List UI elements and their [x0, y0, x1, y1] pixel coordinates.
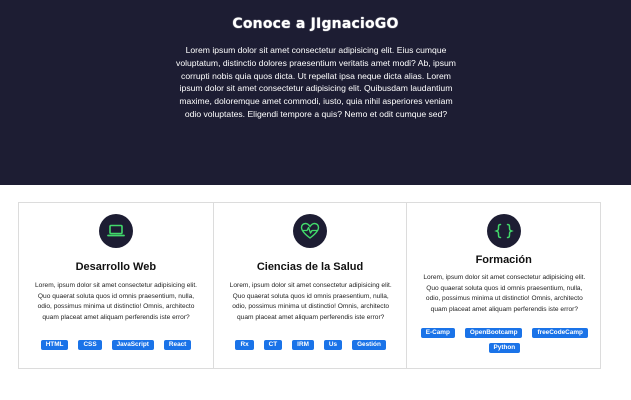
tag-badge: JavaScript: [111, 340, 154, 350]
tag-badge: CT: [263, 340, 283, 350]
tag-list: E-Camp OpenBootcamp freeCodeCamp Python: [413, 328, 595, 353]
card-training: Formación Lorem, ipsum dolor sit amet co…: [406, 203, 600, 368]
tag-badge: Us: [323, 340, 343, 350]
tag-badge: E-Camp: [420, 328, 455, 338]
hero-text: Lorem ipsum dolor sit amet consectetur a…: [176, 45, 456, 119]
card-title: Formación: [475, 254, 532, 266]
card-title: Ciencias de la Salud: [256, 261, 364, 273]
tag-badge: React: [163, 340, 192, 350]
laptop-icon: [98, 214, 133, 248]
card-text: Lorem, ipsum dolor sit amet consectetur …: [35, 282, 197, 321]
tag-badge: CSS: [78, 340, 102, 350]
card-title: Desarrollo Web: [75, 261, 157, 273]
tag-badge: Gestión: [352, 340, 386, 350]
code-braces-icon: [486, 214, 521, 248]
card-health-sciences: Ciencias de la Salud Lorem, ipsum dolor …: [212, 203, 407, 368]
hero-section: Conoce a JIgnacioGO Lorem ipsum dolor si…: [0, 0, 631, 185]
hero-title: Conoce a JIgnacioGO: [232, 16, 399, 32]
tag-list: Rx CT IRM Us Gestión: [220, 340, 402, 350]
tag-list: HTML CSS JavaScript React: [25, 340, 207, 350]
heart-pulse-icon: [293, 214, 327, 248]
tag-badge: IRM: [292, 340, 314, 350]
cards-container: Desarrollo Web Lorem, ipsum dolor sit am…: [18, 202, 601, 369]
tag-badge: OpenBootcamp: [464, 328, 523, 338]
card-web-development: Desarrollo Web Lorem, ipsum dolor sit am…: [19, 203, 213, 368]
card-text: Lorem, ipsum dolor sit amet consectetur …: [229, 282, 392, 321]
tag-badge: Python: [488, 343, 521, 353]
tag-badge: HTML: [40, 340, 69, 350]
tag-badge: Rx: [235, 340, 254, 350]
card-text: Lorem, ipsum dolor sit amet consectetur …: [423, 274, 586, 313]
tag-badge: freeCodeCamp: [532, 328, 588, 338]
